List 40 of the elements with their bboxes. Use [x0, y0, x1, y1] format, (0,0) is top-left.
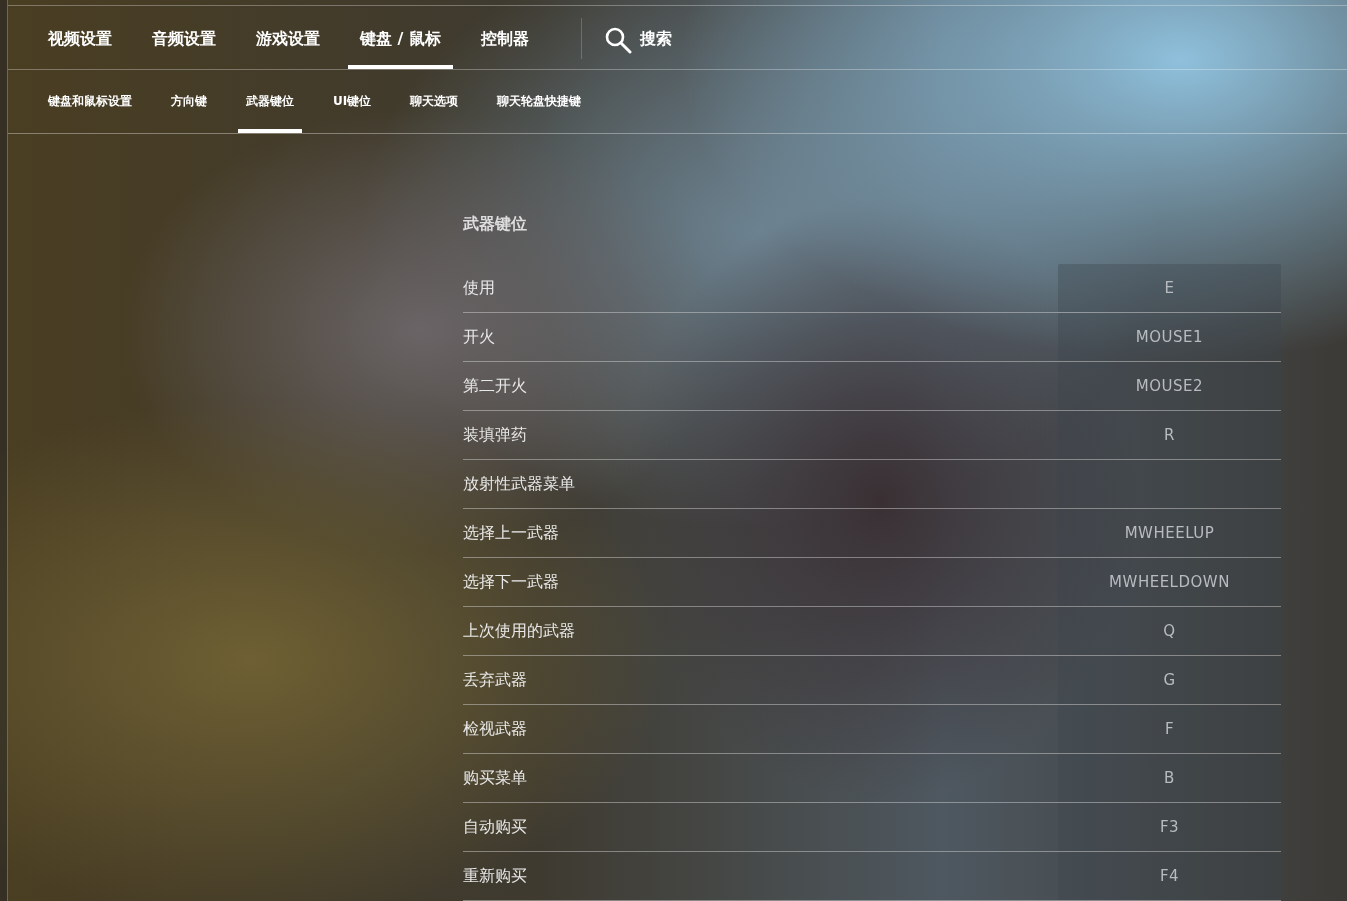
key-binding-field[interactable]: G — [1058, 656, 1281, 704]
key-binding-field[interactable] — [1058, 460, 1281, 508]
binding-label: 丢弃武器 — [463, 668, 528, 691]
binding-label: 选择下一武器 — [463, 570, 560, 593]
binding-label: 放射性武器菜单 — [463, 472, 576, 495]
key-binding-field[interactable]: E — [1058, 264, 1281, 312]
key-binding-field[interactable]: R — [1058, 411, 1281, 459]
subsettings-tab[interactable]: 聊天选项 — [402, 70, 467, 133]
key-binding-field[interactable]: F3 — [1058, 803, 1281, 851]
binding-label: 自动购买 — [463, 815, 528, 838]
settings-tab[interactable]: 控制器 — [469, 6, 541, 69]
subsettings-tab[interactable]: UI键位 — [325, 70, 380, 133]
binding-label: 重新购买 — [463, 864, 528, 887]
key-binding-field[interactable]: MOUSE2 — [1058, 362, 1281, 410]
key-binding-field[interactable]: B — [1058, 754, 1281, 802]
binding-label: 开火 — [463, 325, 496, 348]
binding-label: 购买菜单 — [463, 766, 528, 789]
settings-tab[interactable]: 键盘 / 鼠标 — [348, 6, 453, 69]
settings-tab[interactable]: 游戏设置 — [244, 6, 332, 69]
settings-tab[interactable]: 音频设置 — [140, 6, 228, 69]
subsettings-tab[interactable]: 聊天轮盘快捷键 — [489, 70, 590, 133]
subsettings-tab[interactable]: 武器键位 — [238, 70, 302, 133]
key-binding-field[interactable]: F — [1058, 705, 1281, 753]
key-binding-field[interactable]: MWHEELDOWN — [1058, 558, 1281, 606]
subsettings-tab[interactable]: 键盘和鼠标设置 — [40, 70, 140, 133]
key-binding-field[interactable]: MOUSE1 — [1058, 313, 1281, 361]
binding-label: 选择上一武器 — [463, 521, 560, 544]
key-binding-field[interactable]: MWHEELUP — [1058, 509, 1281, 557]
key-binding-field[interactable]: Q — [1058, 607, 1281, 655]
binding-label: 检视武器 — [463, 717, 528, 740]
section-title: 武器键位 — [463, 213, 528, 235]
search-icon — [604, 25, 632, 54]
binding-label: 使用 — [463, 276, 496, 299]
binding-label: 上次使用的武器 — [463, 619, 576, 642]
key-binding-field[interactable]: F4 — [1058, 852, 1281, 900]
binding-label: 装填弹药 — [463, 423, 528, 446]
settings-tab[interactable]: 视频设置 — [36, 6, 124, 69]
search-button[interactable]: 搜索 — [590, 6, 684, 69]
subsettings-tab[interactable]: 方向键 — [163, 70, 215, 133]
binding-label: 第二开火 — [463, 374, 528, 397]
